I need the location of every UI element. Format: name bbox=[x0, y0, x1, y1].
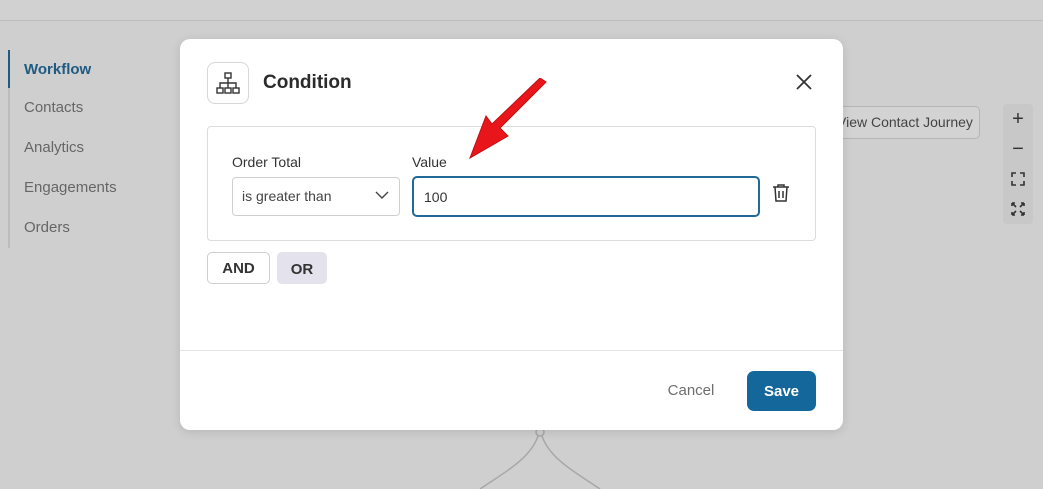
sidebar: Workflow Contacts Analytics Engagements … bbox=[8, 50, 158, 248]
zoom-in-button[interactable]: + bbox=[1003, 104, 1033, 134]
value-label: Value bbox=[412, 154, 447, 170]
view-contact-journey-button[interactable]: View Contact Journey bbox=[826, 106, 980, 139]
fit-view-icon bbox=[1011, 172, 1025, 186]
zoom-controls: + − bbox=[1003, 104, 1033, 224]
close-button[interactable] bbox=[792, 70, 816, 94]
fullscreen-button[interactable] bbox=[1003, 194, 1033, 224]
zoom-out-icon: − bbox=[1012, 137, 1024, 160]
fit-view-button[interactable] bbox=[1003, 164, 1033, 194]
or-button[interactable]: OR bbox=[277, 252, 327, 284]
operator-value: is greater than bbox=[242, 188, 332, 204]
workflow-connector-lines bbox=[479, 427, 601, 489]
zoom-out-button[interactable]: − bbox=[1003, 134, 1033, 164]
operator-select[interactable]: is greater than bbox=[232, 177, 400, 216]
sidebar-item-workflow[interactable]: Workflow bbox=[8, 50, 158, 88]
cancel-button[interactable]: Cancel bbox=[658, 375, 724, 405]
zoom-in-icon: + bbox=[1012, 107, 1024, 130]
close-icon bbox=[796, 74, 812, 90]
flowchart-icon bbox=[207, 62, 249, 104]
sidebar-item-engagements[interactable]: Engagements bbox=[10, 168, 158, 208]
field-label: Order Total bbox=[232, 154, 301, 170]
sidebar-item-contacts[interactable]: Contacts bbox=[10, 88, 158, 128]
modal-title: Condition bbox=[263, 72, 352, 93]
sidebar-item-analytics[interactable]: Analytics bbox=[10, 128, 158, 168]
top-bar bbox=[0, 0, 1043, 21]
fullscreen-icon bbox=[1011, 202, 1025, 216]
chevron-down-icon bbox=[375, 191, 389, 199]
trash-icon bbox=[773, 184, 789, 202]
delete-condition-button[interactable] bbox=[772, 183, 792, 205]
footer-divider bbox=[180, 350, 843, 351]
annotation-arrow bbox=[469, 78, 547, 160]
and-button[interactable]: AND bbox=[207, 252, 270, 284]
sidebar-item-orders[interactable]: Orders bbox=[10, 208, 158, 248]
save-button[interactable]: Save bbox=[747, 371, 816, 411]
value-input[interactable] bbox=[412, 176, 760, 217]
